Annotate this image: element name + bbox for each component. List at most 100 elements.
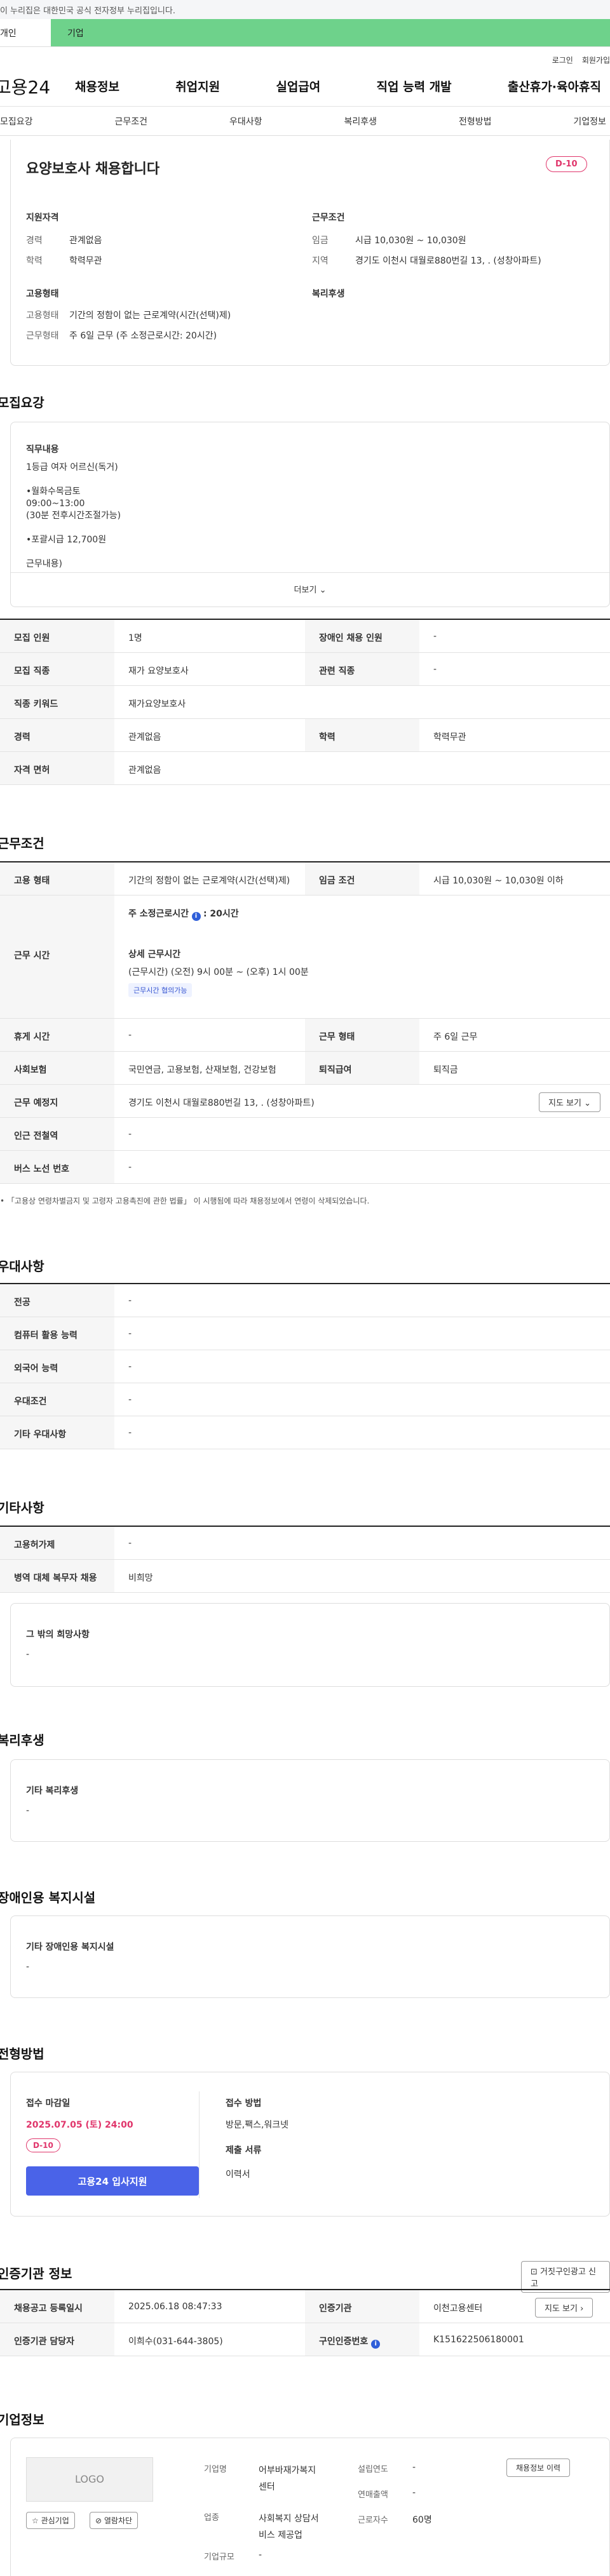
snb-screening[interactable]: 전형방법 [459,115,492,128]
biz-value: 사회복지 상담서비스 제공업 [259,2514,319,2540]
row-value: 재가요양보호사 [128,699,186,709]
snb-welfare[interactable]: 복리후생 [344,115,377,128]
table-row: 자격 면허 관계없음 [0,752,610,785]
etype-value: 기간의 정함이 없는 근로계약(시간(선택)제) [69,311,231,321]
report-icon: ⊡ [531,2267,538,2277]
row-value: 퇴직금 [433,1065,458,1075]
report-button-label: 거짓구인광고 신고 [531,2267,596,2289]
est-label: 설립연도 [358,2465,388,2474]
gnb-skill-development[interactable]: 직업 능력 개발 [377,77,452,95]
company-card: LOGO ☆ 관심기업 ⊘ 열람차단 기업명 어부바재가복지센터 업종 사회복지… [10,2438,610,2576]
cert-section-title: 인증기관 정보 [0,2266,72,2281]
row-header: 고용허가제 [0,1527,114,1559]
row-value: - [433,664,437,674]
site-logo[interactable]: 고용24 [0,74,75,99]
global-nav: 고용24 채용정보 취업지원 실업급여 직업 능력 개발 출산휴가·육아휴직 [0,66,610,107]
row-header: 모집 인원 [0,620,114,652]
gnb-jobs[interactable]: 채용정보 [75,77,119,95]
row-header: 인증기관 [305,2290,419,2323]
method-value: 방문,팩스,워크넷 [226,2120,289,2130]
snb-work[interactable]: 근무조건 [114,115,147,128]
screening-card: 접수 마감일 2025.07.05 (토) 24:00 D-10 고용24 입사… [10,2072,610,2217]
section-nav: 모집요강 근무조건 우대사항 복리후생 전형방법 기업정보 [0,107,610,136]
cert-map-label: 지도 보기 [545,2304,578,2314]
etc-table: 고용허가제 - 병역 대체 복무자 채용 비희망 [0,1526,610,1593]
table-row: 외국어 능력 - [0,1350,610,1383]
signup-link[interactable]: 회원가입 [582,56,610,65]
history-button[interactable]: 채용정보 이력 [506,2459,571,2477]
info-icon[interactable]: i [191,912,201,921]
row-value: 경기도 이천시 대월로880번길 13, . (성창아파트) [128,1098,315,1108]
map-button-label: 지도 보기 [548,1099,581,1108]
cert-map-button[interactable]: 지도 보기 › [535,2298,593,2318]
scale-label: 기업규모 [204,2553,234,2562]
row-header: 직종 키워드 [0,686,114,718]
row-value: - [128,1129,132,1139]
sales-value: - [412,2488,416,2498]
detail-hours-value: (근무시간) (오전) 9시 00분 ~ (오후) 1시 00분 [128,967,309,977]
snb-prefer[interactable]: 우대사항 [229,115,262,128]
table-row: 사회보험 국민연금, 고용보험, 산재보험, 건강보험 퇴직급여 퇴직금 [0,1052,610,1085]
table-row: 고용 형태 기간의 정함이 없는 근로계약(시간(선택)제) 임금 조건 시급 10,… [0,862,610,896]
form-title: 고용형태 [26,289,59,299]
week-hours-label: 주 소정근로시간 [128,909,189,919]
report-button[interactable]: ⊡ 거짓구인광고 신고 [521,2261,610,2293]
favorite-label: 관심기업 [41,2516,69,2525]
divider [199,2091,200,2198]
name-label: 기업명 [204,2465,227,2474]
row-header: 버스 노선 번호 [0,1151,114,1183]
disab-box-title: 기타 장애인용 복지시설 [26,1942,114,1952]
row-header: 채용공고 등록일시 [0,2290,114,2323]
row-value: 2025.06.18 08:47:33 [128,2302,222,2312]
company-logo: LOGO [26,2457,153,2502]
row-header: 사회보험 [0,1052,114,1084]
row-value: 관계없음 [128,732,161,742]
row-value: - [128,1362,132,1372]
biz-label: 업종 [204,2513,219,2523]
gnb-employment-support[interactable]: 취업지원 [175,77,220,95]
disab-box-value: - [26,1962,30,1972]
row-header: 전공 [0,1284,114,1317]
gnb-unemployment-benefit[interactable]: 실업급여 [276,77,320,95]
row-value: K151622506180001 [433,2335,524,2345]
career-label: 경력 [26,236,43,246]
row-header: 근무 예정지 [0,1085,114,1117]
table-row: 병역 대체 복무자 채용 비희망 [0,1560,610,1593]
cert-no-label: 구인인증번호 [319,2337,369,2347]
welfare-box-value: - [26,1806,30,1816]
table-row: 채용공고 등록일시 2025.06.18 08:47:33 인증기관 이천고용센터 지도… [0,2290,610,2323]
block-label: 열람차단 [104,2516,133,2525]
row-value: - [128,1538,132,1548]
tab-company[interactable]: 기업 [51,19,610,46]
table-row: 기타 우대사항 - [0,1416,610,1449]
emp-value: 60명 [412,2515,432,2525]
age-law-note-text: 「고용상 연령차별금지 및 고령자 고용촉진에 관한 법률」 이 시행됨에 따라… [6,1197,370,1205]
table-row: 모집 직종 재가 요양보호사 관련 직종 - [0,653,610,686]
apply-button[interactable]: 고용24 입사지원 [26,2166,199,2196]
snb-company[interactable]: 기업정보 [573,115,606,128]
duty-line [26,522,121,534]
info-icon[interactable]: i [371,2340,381,2349]
map-button[interactable]: 지도 보기 ⌄ [539,1092,601,1112]
block-button[interactable]: ⊘ 열람차단 [90,2512,139,2529]
disab-card: 기타 장애인용 복지시설 - [10,1915,610,1998]
snb-recruit[interactable]: 모집요강 [0,115,33,128]
table-row: 전공 - [0,1284,610,1317]
chevron-down-icon: ⌄ [584,1099,592,1108]
row-value: 주 6일 근무 [433,1032,478,1042]
emp-label: 근로자수 [358,2516,388,2525]
prefer-table: 전공 - 컴퓨터 활용 능력 - 외국어 능력 - 우대조건 - 기타 우대사항 - [0,1283,610,1449]
table-row: 휴게 시간 - 근무 형태 주 6일 근무 [0,1019,610,1052]
sales-label: 연매출액 [358,2490,388,2500]
more-button[interactable]: 더보기 ⌄ [11,572,609,607]
edu-label: 학력 [26,256,43,266]
tab-personal[interactable]: 개인 [0,19,51,46]
row-header: 인증기관 담당자 [0,2323,114,2356]
name-value: 어부바재가복지센터 [259,2465,316,2492]
gnb-parental-leave[interactable]: 출산휴가·육아휴직 [508,77,601,95]
login-link[interactable]: 로그인 [552,56,573,65]
etc-section-title: 기타사항 [0,1500,44,1515]
row-value: 시급 10,030원 ~ 10,030원 이하 [433,876,564,886]
table-row: 모집 인원 1명 장애인 채용 인원 - [0,620,610,653]
favorite-button[interactable]: ☆ 관심기업 [26,2512,75,2529]
